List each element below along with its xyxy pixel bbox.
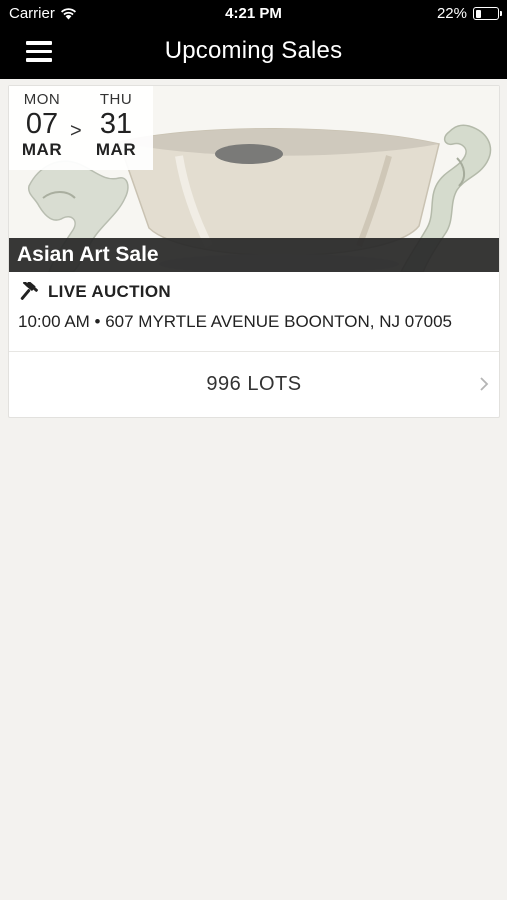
battery-indicator: 22% [436, 5, 502, 22]
start-date: MON 07 MAR [17, 91, 67, 160]
gavel-icon [20, 282, 38, 300]
start-month: MAR [21, 140, 63, 159]
status-bar: Carrier 4:21 PM 22% [0, 0, 507, 28]
lots-button[interactable]: 996 LOTS [9, 352, 499, 417]
end-day: 31 [99, 108, 133, 140]
auction-type: LIVE AUCTION [20, 282, 171, 302]
battery-icon [473, 7, 502, 20]
end-month: MAR [95, 140, 137, 159]
auction-type-label: LIVE AUCTION [48, 282, 171, 301]
date-range: MON 07 MAR > THU 31 MAR [9, 86, 153, 170]
status-time: 4:21 PM [225, 5, 282, 22]
end-date: THU 31 MAR [91, 91, 141, 160]
page-title: Upcoming Sales [164, 37, 343, 64]
date-range-separator: > [70, 120, 82, 142]
end-day-of-week: THU [99, 91, 133, 108]
sale-image[interactable]: MON 07 MAR > THU 31 MAR Asian Art Sale [9, 86, 499, 272]
sale-details: 10:00 AM • 607 MYRTLE AVENUE BOONTON, NJ… [18, 312, 452, 331]
chevron-right-icon [480, 377, 489, 391]
battery-percent: 22% [436, 5, 467, 22]
lots-count: 996 LOTS [206, 373, 302, 395]
start-day-of-week: MON [23, 91, 61, 108]
top-bar: Carrier 4:21 PM 22% Upcoming Sales [0, 0, 507, 79]
sale-title-bar: Asian Art Sale [9, 238, 499, 272]
nav-bar: Upcoming Sales [0, 28, 507, 79]
sale-title[interactable]: Asian Art Sale [17, 243, 159, 267]
start-day: 07 [25, 108, 59, 140]
sale-card[interactable]: MON 07 MAR > THU 31 MAR Asian Art Sale L [8, 85, 500, 418]
